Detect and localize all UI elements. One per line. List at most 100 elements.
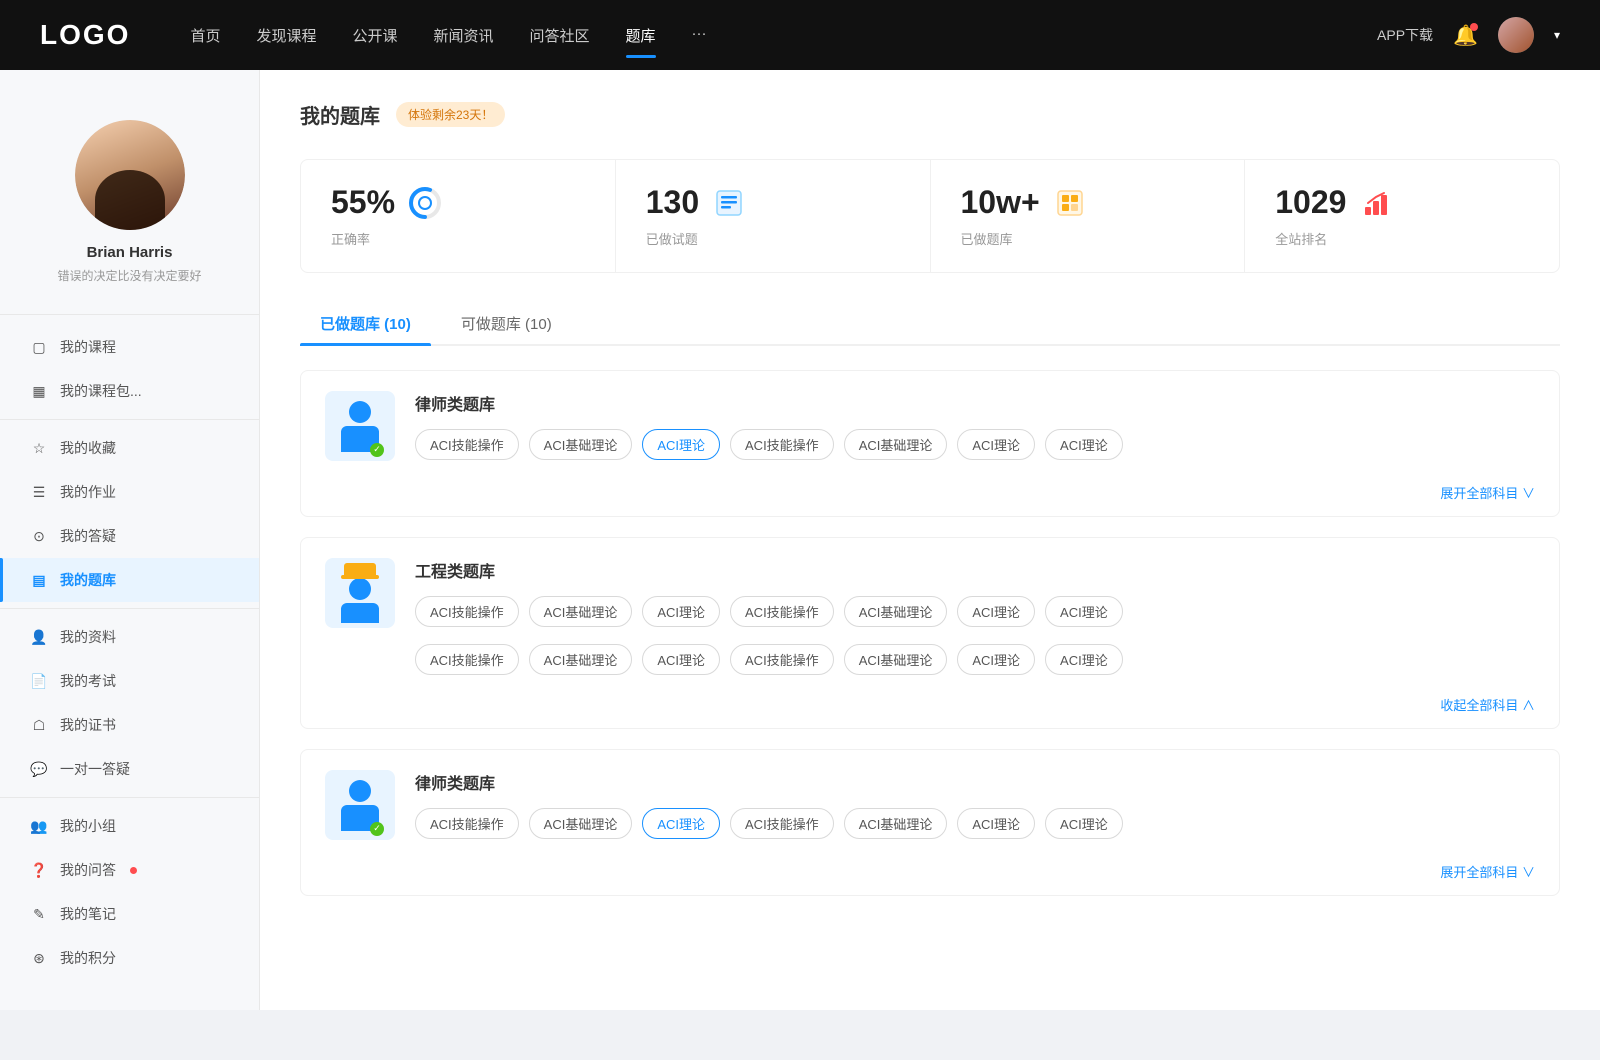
qbank-tags-3: ACI技能操作 ACI基础理论 ACI理论 ACI技能操作 ACI基础理论 AC… xyxy=(415,808,1535,839)
stat-banks-value: 10w+ xyxy=(961,184,1040,221)
qbank-tag-3-1[interactable]: ACI基础理论 xyxy=(529,808,633,839)
nav-open-course[interactable]: 公开课 xyxy=(352,21,397,50)
qbank-tag-1-0[interactable]: ACI技能操作 xyxy=(415,429,519,460)
qbank-tag-2-r2-2[interactable]: ACI理论 xyxy=(642,644,720,675)
qbank-card-header-3: ✓ 律师类题库 ACI技能操作 ACI基础理论 ACI理论 ACI技能操作 AC… xyxy=(301,750,1559,856)
qbank-footer-3: 展开全部科目 ∨ xyxy=(301,856,1559,895)
qbank-tag-1-6[interactable]: ACI理论 xyxy=(1045,429,1123,460)
logo[interactable]: LOGO xyxy=(40,19,130,51)
sidebar-item-certificate[interactable]: ☖ 我的证书 xyxy=(0,703,259,747)
course-icon: ▢ xyxy=(30,338,48,356)
stat-questions-top: 130 xyxy=(646,184,900,221)
qbank-tag-2-r2-1[interactable]: ACI基础理论 xyxy=(529,644,633,675)
sidebar-divider-2 xyxy=(0,608,259,609)
nav-home[interactable]: 首页 xyxy=(190,21,220,50)
qbank-tag-1-2[interactable]: ACI理论 xyxy=(642,429,720,460)
qbank-tag-1-1[interactable]: ACI基础理论 xyxy=(529,429,633,460)
main-layout: Brian Harris 错误的决定比没有决定要好 ▢ 我的课程 ▦ 我的课程包… xyxy=(0,70,1600,1010)
qbank-tag-2-r2-3[interactable]: ACI技能操作 xyxy=(730,644,834,675)
nav-news[interactable]: 新闻资讯 xyxy=(434,21,494,50)
banks-icon xyxy=(1052,185,1088,221)
qbank-tag-2-r2-6[interactable]: ACI理论 xyxy=(1045,644,1123,675)
certificate-icon: ☖ xyxy=(30,716,48,734)
sidebar-item-points[interactable]: ⊛ 我的积分 xyxy=(0,936,259,980)
qbank-tag-3-6[interactable]: ACI理论 xyxy=(1045,808,1123,839)
profile-name: Brian Harris xyxy=(20,244,239,261)
page-header: 我的题库 体验剩余23天！ xyxy=(300,100,1560,129)
tabs-row: 已做题库 (10) 可做题库 (10) xyxy=(300,303,1560,346)
qbank-tag-1-4[interactable]: ACI基础理论 xyxy=(844,429,948,460)
stat-questions-label: 已做试题 xyxy=(646,229,900,248)
chat-icon: 💬 xyxy=(30,760,48,778)
expand-button-3[interactable]: 展开全部科目 ∨ xyxy=(1440,862,1535,881)
user-avatar[interactable] xyxy=(1498,17,1534,53)
qbank-tag-2-6[interactable]: ACI理论 xyxy=(1045,596,1123,627)
nav-discover[interactable]: 发现课程 xyxy=(256,21,316,50)
qbank-tag-3-0[interactable]: ACI技能操作 xyxy=(415,808,519,839)
exam-icon: 📄 xyxy=(30,672,48,690)
sidebar-label-homework: 我的作业 xyxy=(60,482,116,502)
stat-questions-value: 130 xyxy=(646,184,699,221)
qbank-card-body-1: 律师类题库 ACI技能操作 ACI基础理论 ACI理论 ACI技能操作 ACI基… xyxy=(415,391,1535,460)
qbank-tag-1-3[interactable]: ACI技能操作 xyxy=(730,429,834,460)
sidebar: Brian Harris 错误的决定比没有决定要好 ▢ 我的课程 ▦ 我的课程包… xyxy=(0,70,260,1010)
nav-more[interactable]: ··· xyxy=(692,21,707,50)
notification-dot xyxy=(1470,23,1478,31)
points-icon: ⊛ xyxy=(30,949,48,967)
sidebar-item-my-courses[interactable]: ▢ 我的课程 xyxy=(0,325,259,369)
qbank-icon-lawyer: ✓ xyxy=(325,391,395,461)
notification-bell[interactable]: 🔔 xyxy=(1453,23,1478,48)
sidebar-label-profile: 我的资料 xyxy=(60,627,116,647)
qbank-tag-3-5[interactable]: ACI理论 xyxy=(957,808,1035,839)
nav-qbank[interactable]: 题库 xyxy=(626,21,656,50)
sidebar-item-groups[interactable]: 👥 我的小组 xyxy=(0,804,259,848)
qbank-tag-2-0[interactable]: ACI技能操作 xyxy=(415,596,519,627)
qbank-tag-2-4[interactable]: ACI基础理论 xyxy=(844,596,948,627)
main-content: 我的题库 体验剩余23天！ 55% 正确率 xyxy=(260,70,1600,1010)
stats-row: 55% 正确率 130 xyxy=(300,159,1560,273)
sidebar-label-my-courses: 我的课程 xyxy=(60,337,116,357)
stat-banks-top: 10w+ xyxy=(961,184,1215,221)
qbank-tag-2-2[interactable]: ACI理论 xyxy=(642,596,720,627)
qbank-footer-1: 展开全部科目 ∨ xyxy=(301,477,1559,516)
qbank-title-2: 工程类题库 xyxy=(415,558,1535,582)
sidebar-item-qa[interactable]: ⊙ 我的答疑 xyxy=(0,514,259,558)
sidebar-item-profile[interactable]: 👤 我的资料 xyxy=(0,615,259,659)
sidebar-item-homework[interactable]: ☰ 我的作业 xyxy=(0,470,259,514)
qa-badge xyxy=(130,867,137,874)
sidebar-item-one-on-one[interactable]: 💬 一对一答疑 xyxy=(0,747,259,791)
qbank-tag-3-4[interactable]: ACI基础理论 xyxy=(844,808,948,839)
sidebar-item-course-packages[interactable]: ▦ 我的课程包... xyxy=(0,369,259,413)
qbank-tag-2-r2-4[interactable]: ACI基础理论 xyxy=(844,644,948,675)
qbank-tag-2-r2-5[interactable]: ACI理论 xyxy=(957,644,1035,675)
avatar-image xyxy=(1498,17,1534,53)
qbank-tag-2-5[interactable]: ACI理论 xyxy=(957,596,1035,627)
sidebar-label-qbank: 我的题库 xyxy=(60,570,116,590)
collapse-button-2[interactable]: 收起全部科目 ∧ xyxy=(1440,695,1535,714)
sidebar-item-favorites[interactable]: ☆ 我的收藏 xyxy=(0,426,259,470)
qbank-card-engineer: 工程类题库 ACI技能操作 ACI基础理论 ACI理论 ACI技能操作 ACI基… xyxy=(300,537,1560,729)
tab-done-banks[interactable]: 已做题库 (10) xyxy=(300,303,431,344)
qbank-card-header-2: 工程类题库 ACI技能操作 ACI基础理论 ACI理论 ACI技能操作 ACI基… xyxy=(301,538,1559,644)
qbank-tag-1-5[interactable]: ACI理论 xyxy=(957,429,1035,460)
user-profile: Brian Harris 错误的决定比没有决定要好 xyxy=(0,100,259,315)
sidebar-item-my-qa[interactable]: ❓ 我的问答 xyxy=(0,848,259,892)
qbank-card-header-1: ✓ 律师类题库 ACI技能操作 ACI基础理论 ACI理论 ACI技能操作 AC… xyxy=(301,371,1559,477)
qbank-title-1: 律师类题库 xyxy=(415,391,1535,415)
stat-ranking-value: 1029 xyxy=(1275,184,1346,221)
app-download-button[interactable]: APP下载 xyxy=(1377,25,1433,45)
expand-button-1[interactable]: 展开全部科目 ∨ xyxy=(1440,483,1535,502)
nav-qa[interactable]: 问答社区 xyxy=(530,21,590,50)
qbank-tag-3-2[interactable]: ACI理论 xyxy=(642,808,720,839)
avatar-dropdown-icon[interactable]: ▾ xyxy=(1554,28,1560,42)
qbank-tag-2-3[interactable]: ACI技能操作 xyxy=(730,596,834,627)
tab-available-banks[interactable]: 可做题库 (10) xyxy=(441,303,572,344)
sidebar-item-qbank[interactable]: ▤ 我的题库 xyxy=(0,558,259,602)
profile-avatar[interactable] xyxy=(75,120,185,230)
sidebar-item-exam[interactable]: 📄 我的考试 xyxy=(0,659,259,703)
qbank-tag-2-1[interactable]: ACI基础理论 xyxy=(529,596,633,627)
sidebar-item-notes[interactable]: ✎ 我的笔记 xyxy=(0,892,259,936)
qbank-tag-3-3[interactable]: ACI技能操作 xyxy=(730,808,834,839)
qbank-tags-2: ACI技能操作 ACI基础理论 ACI理论 ACI技能操作 ACI基础理论 AC… xyxy=(415,596,1535,627)
qbank-tag-2-r2-0[interactable]: ACI技能操作 xyxy=(415,644,519,675)
